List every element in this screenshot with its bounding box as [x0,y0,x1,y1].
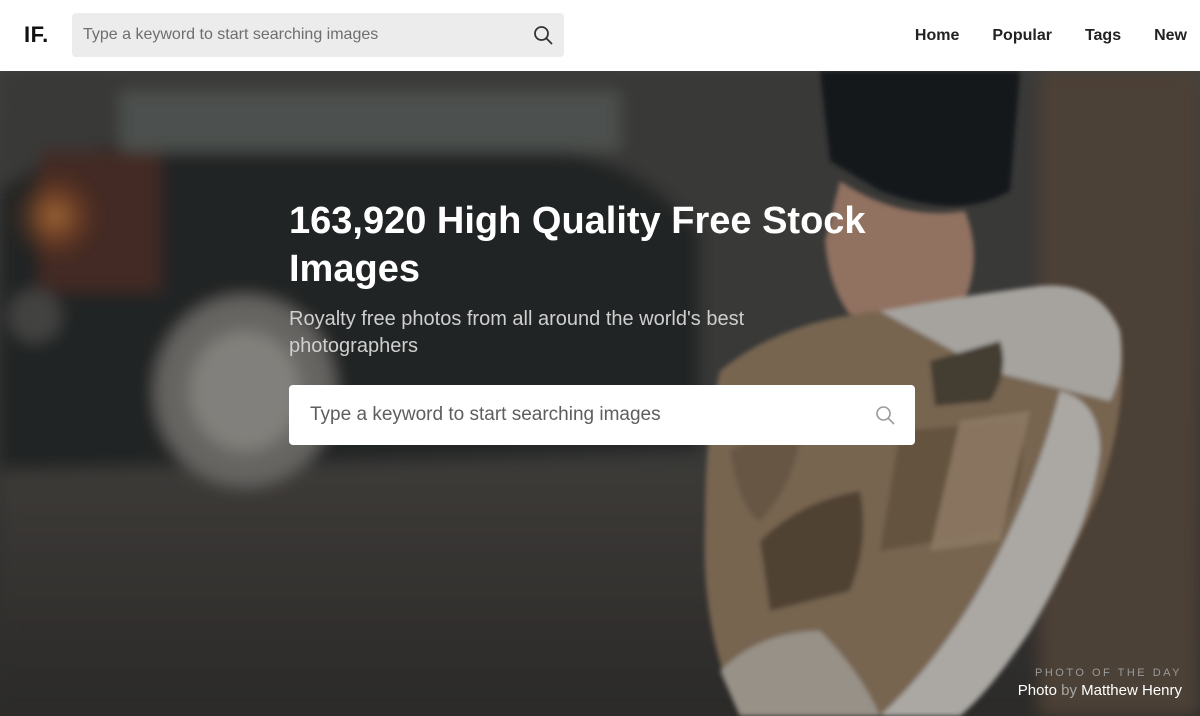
site-logo[interactable]: IF. [24,22,49,48]
header-search-input[interactable] [72,13,512,57]
top-navigation-bar: IF. Home Popular Tags New [0,0,1200,71]
nav-popular-link[interactable]: Popular [992,27,1052,45]
nav-tags-link[interactable]: Tags [1085,27,1121,45]
by-word: by [1061,682,1077,699]
photo-of-the-day-label: PHOTO OF THE DAY [1035,667,1182,679]
nav-home-link[interactable]: Home [915,27,959,45]
hero-search-bar [289,385,915,445]
photo-of-the-day-credit: PHOTO OF THE DAY Photo by Matthew Henry [1018,667,1182,699]
search-icon[interactable] [532,24,554,46]
nav-new-link[interactable]: New [1154,27,1187,45]
hero-section: 163,920 High Quality Free Stock Images R… [0,71,1200,716]
main-nav: Home Popular Tags New [882,0,1200,71]
hero-title: 163,920 High Quality Free Stock Images [289,200,866,290]
photographer-link[interactable]: Matthew Henry [1081,682,1182,699]
hero-search-input[interactable] [289,385,849,445]
hero-subtitle: Royalty free photos from all around the … [289,308,745,357]
photo-credit-line: Photo by Matthew Henry [1018,682,1182,699]
search-icon[interactable] [874,404,896,426]
header-search-bar [72,13,564,57]
photo-word: Photo [1017,682,1057,699]
